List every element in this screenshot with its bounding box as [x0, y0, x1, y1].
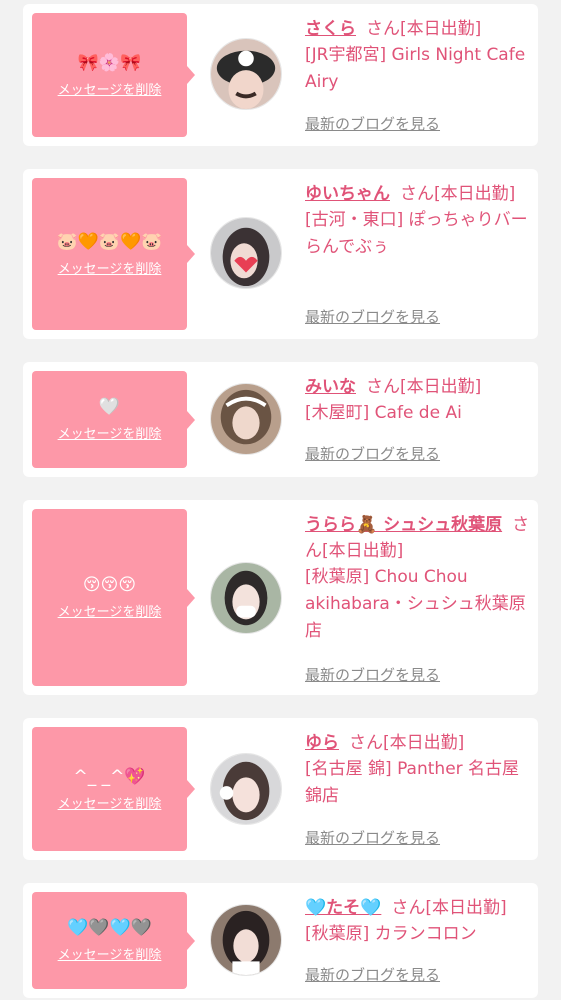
message-card: 🐷🧡🐷🧡🐷 メッセージを削除 ゆいちゃん さん[本日出勤] [古河・東口] ぽっち…: [23, 169, 538, 339]
cast-name-link[interactable]: 🩵たそ🩵: [305, 898, 381, 918]
message-emoji: 🩵🩶🩵🩶: [67, 918, 152, 938]
message-bubble: 🩵🩶🩵🩶 メッセージを削除: [32, 892, 195, 989]
message-emoji: 🎀🌸🎀: [77, 52, 142, 73]
status-text: [本日出勤]: [425, 898, 507, 918]
message-card: ^_ _^💖 メッセージを削除 ゆら さん[本日出勤] [名古屋 錦] Panth…: [23, 718, 538, 860]
shop-location: [古河・東口] ぽっちゃりバー らんでぶぅ: [305, 210, 528, 257]
shop-location: [名古屋 錦] Panther 名古屋錦店: [305, 759, 520, 806]
delete-message-link[interactable]: メッセージを削除: [58, 83, 162, 99]
delete-message-link[interactable]: メッセージを削除: [58, 427, 162, 443]
status-text: [本日出勤]: [383, 733, 465, 753]
honorific: さん: [349, 733, 383, 753]
avatar[interactable]: [210, 753, 282, 825]
message-card: 🩵🩶🩵🩶 メッセージを削除 🩵たそ🩵 さん[本日出勤] [秋葉原] カランコロン …: [23, 883, 538, 998]
avatar[interactable]: [210, 562, 282, 634]
delete-message-link[interactable]: メッセージを削除: [58, 797, 162, 813]
message-emoji: 😚😚😚: [82, 575, 137, 595]
message-bubble: 🎀🌸🎀 メッセージを削除: [32, 13, 195, 137]
cast-name-link[interactable]: ゆら: [305, 733, 339, 753]
view-blog-link[interactable]: 最新のブログを見る: [305, 965, 440, 985]
message-bubble: 🐷🧡🐷🧡🐷 メッセージを削除: [32, 178, 195, 330]
avatar[interactable]: [210, 217, 282, 289]
message-bubble: 🤍 メッセージを削除: [32, 371, 195, 468]
status-text: [本日出勤]: [322, 541, 404, 561]
avatar[interactable]: [210, 38, 282, 110]
shop-location: [木屋町] Cafe de Ai: [305, 403, 462, 423]
status-text: [本日出勤]: [400, 19, 482, 39]
avatar[interactable]: [210, 383, 282, 455]
delete-message-link[interactable]: メッセージを削除: [58, 948, 162, 964]
delete-message-link[interactable]: メッセージを削除: [58, 262, 162, 278]
shop-location: [JR宇都宮] Girls Night Cafe Airy: [305, 45, 526, 92]
view-blog-link[interactable]: 最新のブログを見る: [305, 444, 440, 464]
shop-location: [秋葉原] カランコロン: [305, 924, 477, 944]
view-blog-link[interactable]: 最新のブログを見る: [305, 665, 440, 685]
view-blog-link[interactable]: 最新のブログを見る: [305, 307, 440, 327]
honorific: さん: [400, 184, 434, 204]
view-blog-link[interactable]: 最新のブログを見る: [305, 114, 440, 134]
message-card: 🎀🌸🎀 メッセージを削除 さくら さん[本日出勤] [JR宇都宮] Girls N…: [23, 4, 538, 146]
cast-name-link[interactable]: うらら🧸 シュシュ秋葉原: [305, 515, 502, 535]
cast-name-link[interactable]: さくら: [305, 19, 356, 39]
message-emoji: 🤍: [98, 397, 121, 417]
message-bubble: 😚😚😚 メッセージを削除: [32, 509, 195, 686]
honorific: さん: [391, 898, 426, 918]
view-blog-link[interactable]: 最新のブログを見る: [305, 828, 440, 848]
shop-location: [秋葉原] Chou Chou akihabara・シュシュ秋葉原店: [305, 567, 526, 641]
honorific: さん: [366, 377, 400, 397]
status-text: [本日出勤]: [434, 184, 516, 204]
message-bubble: ^_ _^💖 メッセージを削除: [32, 727, 195, 851]
cast-name-link[interactable]: みいな: [305, 377, 356, 397]
delete-message-link[interactable]: メッセージを削除: [58, 605, 162, 621]
avatar[interactable]: [210, 904, 282, 976]
message-emoji: 🐷🧡🐷🧡🐷: [56, 231, 163, 252]
message-card: 🤍 メッセージを削除 みいな さん[本日出勤] [木屋町] Cafe de Ai …: [23, 362, 538, 477]
message-emoji: ^_ _^💖: [73, 766, 146, 787]
message-card: 😚😚😚 メッセージを削除 うらら🧸 シュシュ秋葉原 さん[本日出勤] [秋葉原] …: [23, 500, 538, 695]
status-text: [本日出勤]: [400, 377, 482, 397]
cast-name-link[interactable]: ゆいちゃん: [305, 184, 390, 204]
honorific: さん: [366, 19, 400, 39]
